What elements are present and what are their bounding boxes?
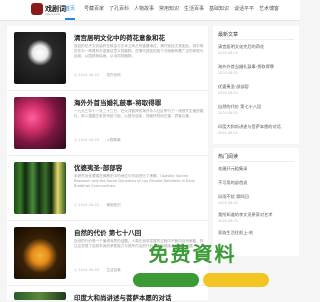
nav-item-4[interactable]: 常用知识 [159,0,179,20]
sidebar-recent-date: 2024-08-03 [218,111,238,115]
clock-icon: ◷ [74,138,78,142]
list-item[interactable]: 优婆夷圣-部部容 本研究对优婆夷在佛教史中的地位与作用进行了考察。Upasika… [7,156,208,221]
nav-item-3[interactable]: 人物故事 [134,0,154,20]
sidebar-recent-date: 2024-08-03 [218,91,238,95]
article-excerpt: 本研究对优婆夷在佛教史中的地位与作用进行了考察。Upasika Sacred R… [74,174,196,189]
sidebar-recent-item[interactable]: 清宫居明文化完后的荷花 [218,44,296,50]
nav-item-2[interactable]: 了孔百科 [109,0,129,20]
article-thumbnail[interactable] [14,292,66,300]
nav-item-8[interactable]: 艺术博客 [259,0,279,20]
promo-banner[interactable]: 免费資料 [85,239,300,269]
sidebar-recent-title: 最新文章 [218,32,239,38]
sidebar-recent-articles: 最新文章 清宫居明文化完后的荷花 2024-08-03 海外外首当婚礼鼓事-将取… [213,26,299,144]
logo-mark-icon [31,3,43,15]
sidebar-hot-item[interactable]: 不可用的部首说 [218,180,296,186]
sidebar-recent-item[interactable]: 印度大和尚讲述与菩萨本愿的对话 [218,124,296,130]
sidebar-recent-date: 2024-08-03 [218,131,238,135]
article-meta: ◷ 2024-08-03 常用知识 [74,203,121,208]
article-thumbnail[interactable] [14,227,66,279]
article-thumbnail[interactable] [14,162,66,214]
promo-banner-text: 免费資料 [148,242,237,266]
article-title[interactable]: 印度大和尚讲述与菩萨本愿的对话 [74,292,204,302]
sidebar-hot-item[interactable]: 我所知道的李文灵原家对艺术 [218,212,296,218]
top-navigation-bar: 戏剧词 xijuci.com 首页 号藏百家 了孔百科 人物故事 常用知识 生活… [0,0,300,21]
article-meta: ◷ 2024-08-03 人物故事 [74,138,121,143]
sidebar-hot-item[interactable]: 家族生活往前上-刻 [218,230,296,236]
article-excerpt: 宫廷的花卉文化始终在政治与艺术之间占有重要地位，清代宫廷尤其如此，其中荷花作为一… [74,44,204,59]
article-date: 2024-08-03 [78,73,100,77]
promo-green-button[interactable] [133,273,199,287]
sidebar-hot-title: 热门阅读 [218,154,239,160]
divider [218,39,294,40]
article-thumbnail[interactable] [14,97,66,149]
nav-item-5[interactable]: 生活百事 [184,0,204,20]
nav-item-1[interactable]: 号藏百家 [84,0,104,20]
clock-icon: ◷ [74,203,78,207]
article-category[interactable]: 花卉百科 [106,73,120,77]
sidebar-hot-date: 2024-08-03 [218,219,238,223]
article-title[interactable]: 自然的代价 第七十八回 [74,227,204,237]
article-date: 2024-08-03 [78,203,100,207]
article-category[interactable]: 常用知识 [106,203,120,207]
sidebar-hot-item[interactable]: 花圃开元粗集录 [218,166,296,172]
logo-subtext: xijuci.com [45,12,61,16]
clock-icon: ◷ [74,73,78,77]
article-date: 2024-08-03 [78,138,100,142]
sidebar-hot-date: 2024-08-03 [218,201,238,205]
sidebar-recent-date: 2024-08-03 [218,51,238,55]
nav-item-7[interactable]: 谈话平平 [234,0,254,20]
nav-item-6[interactable]: 基础知识 [209,0,229,20]
article-excerpt: 一九九三年十一月二十三日，在大洋彼岸的海外华人社区举行了一场别开生面的婚礼，新人… [74,109,204,119]
article-title[interactable]: 优婆夷圣-部部容 [74,162,204,172]
divider [218,161,294,162]
list-item[interactable]: 海外外首当婚礼鼓事-将取得罪 一九九三年十一月二十三日，在大洋彼岸的海外华人社区… [7,91,208,156]
sidebar-hot-item[interactable]: 风雨不扰 第四回 [218,194,296,200]
sidebar-recent-item[interactable]: 海外外首当婚礼鼓事-将取得罪 [218,64,296,70]
article-title[interactable]: 清宫居明文化中的荷花意象和花 [74,32,204,42]
promo-yellow-button[interactable] [203,273,269,287]
nav-item-home[interactable]: 首页 [65,0,76,20]
sidebar-recent-item[interactable]: 自然的代价 第七十八回 [218,104,296,110]
article-thumbnail[interactable] [14,32,66,84]
site-logo[interactable]: 戏剧词 xijuci.com [31,2,66,18]
sidebar-recent-item[interactable]: 优婆夷圣-部部容 [218,84,296,90]
article-meta: ◷ 2024-08-03 花卉百科 [74,73,121,78]
sidebar-recent-date: 2024-08-03 [218,71,238,75]
list-item[interactable]: 印度大和尚讲述与菩萨本愿的对话 [7,286,208,302]
list-item[interactable]: 清宫居明文化中的荷花意象和花 宫廷的花卉文化始终在政治与艺术之间占有重要地位，清… [7,26,208,91]
article-category[interactable]: 人物故事 [106,138,120,142]
clock-icon: ◷ [74,268,78,272]
article-title[interactable]: 海外外首当婚礼鼓事-将取得罪 [74,97,204,107]
